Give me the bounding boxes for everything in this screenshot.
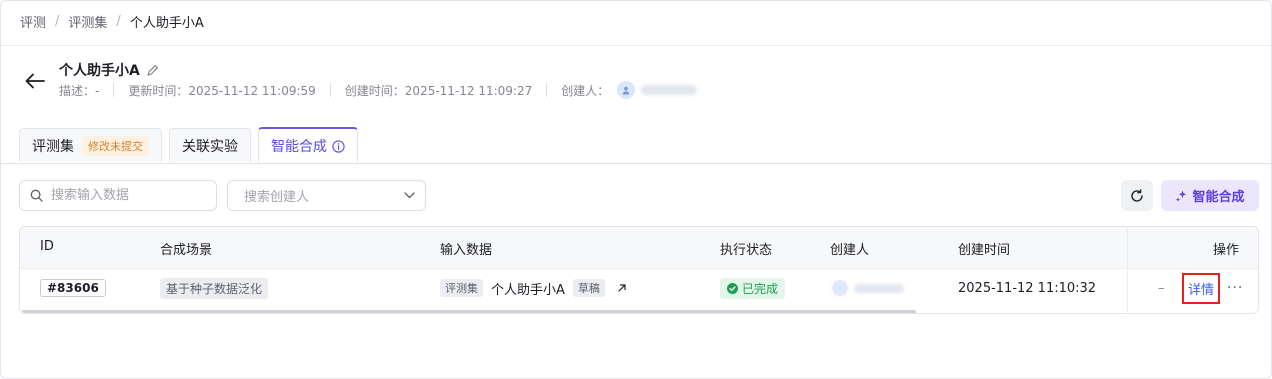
tabs-divider (1, 163, 1271, 164)
description-text: 描述：- (59, 83, 100, 98)
breadcrumb-separator: / (55, 13, 60, 29)
refresh-button[interactable] (1121, 180, 1153, 211)
page-title: 个人助手小A (59, 63, 140, 79)
tab-label: 智能合成 (271, 139, 327, 155)
tab-related-experiments[interactable]: 关联实验 (169, 128, 251, 162)
creator-name-redacted (641, 85, 698, 95)
search-input[interactable] (49, 187, 203, 204)
col-scene: 合成场景 (160, 243, 213, 258)
col-created-time: 创建时间 (958, 243, 1011, 258)
open-external-icon[interactable] (617, 283, 627, 293)
cell-id: #83606 (40, 268, 106, 308)
back-button[interactable] (24, 70, 46, 92)
tab-label: 关联实验 (182, 138, 238, 155)
meta-divider (113, 83, 115, 97)
meta-info: 描述：- 更新时间：2025-11-12 11:09:59 创建时间：2025-… (59, 81, 698, 99)
unsaved-badge: 修改未提交 (82, 135, 149, 156)
info-icon[interactable] (332, 139, 345, 153)
refresh-icon (1131, 188, 1143, 202)
creator-name-redacted (854, 283, 904, 293)
cell-created-time: 2025-11-12 11:10:32 (958, 280, 1097, 296)
cell-actions: 详情 ··· (1182, 268, 1243, 308)
table-row: #83606 基于种子数据泛化 评测集 个人助手小A 草稿 已完成 2025-1… (20, 268, 1258, 308)
search-icon (30, 189, 43, 202)
user-icon (623, 86, 630, 94)
cell-scene: 基于种子数据泛化 (160, 268, 269, 308)
chevron-down-icon (404, 192, 415, 199)
col-input-data: 输入数据 (440, 243, 493, 258)
breadcrumb-separator: / (116, 13, 121, 29)
breadcrumb-item-eval-set[interactable]: 评测集 (68, 12, 107, 31)
cell-creator (832, 268, 904, 308)
breadcrumb: 评测 / 评测集 / 个人助手小A (20, 11, 204, 31)
creator-redacted (832, 280, 904, 296)
cell-status: 已完成 (720, 268, 786, 308)
version-tag: 草稿 (572, 279, 605, 297)
smart-synthesis-button[interactable]: 智能合成 (1161, 180, 1259, 211)
meta-divider (329, 83, 331, 97)
breadcrumb-item-current: 个人助手小A (129, 15, 204, 31)
tab-bar: 评测集 修改未提交 关联实验 智能合成 (19, 127, 365, 163)
horizontal-scrollbar[interactable] (22, 310, 916, 313)
table-header: ID 合成场景 输入数据 执行状态 创建人 创建时间 操作 (20, 227, 1258, 269)
tab-eval-set[interactable]: 评测集 修改未提交 (19, 128, 162, 162)
status-label: 已完成 (742, 281, 779, 296)
arrow-left-icon (25, 73, 45, 89)
creator-avatar (832, 280, 848, 296)
scene-tag: 基于种子数据泛化 (160, 277, 269, 299)
input-name: 个人助手小A (491, 282, 565, 298)
edit-pencil-icon[interactable] (146, 64, 159, 77)
page-title-row: 个人助手小A (59, 60, 159, 80)
more-actions-button[interactable]: ··· (1227, 280, 1243, 296)
page-frame: 评测 / 评测集 / 个人助手小A 个人助手小A 描述：- 更新时间：2025-… (0, 0, 1272, 379)
sparkle-icon (1175, 189, 1188, 202)
updated-time: 更新时间：2025-11-12 11:09:59 (128, 83, 316, 98)
creator-select-placeholder: 搜索创建人 (244, 190, 310, 205)
smart-synthesis-label: 智能合成 (1192, 190, 1245, 205)
cell-dash: – (1158, 280, 1165, 296)
search-input-box[interactable] (19, 180, 217, 211)
col-creator: 创建人 (830, 243, 870, 258)
synthesis-table: ID 合成场景 输入数据 执行状态 创建人 创建时间 操作 #83606 基于种… (19, 226, 1259, 314)
meta-divider (546, 83, 548, 97)
input-type-tag: 评测集 (440, 279, 483, 297)
id-tag: #83606 (40, 279, 106, 297)
created-time: 创建时间：2025-11-12 11:09:27 (344, 83, 533, 98)
tab-smart-synthesis[interactable]: 智能合成 (258, 127, 358, 163)
header-divider (1, 45, 1271, 46)
tab-label: 评测集 (32, 138, 74, 155)
creator-avatar (617, 81, 636, 99)
check-circle-icon (727, 282, 738, 294)
breadcrumb-item-eval[interactable]: 评测 (20, 12, 46, 31)
status-badge: 已完成 (720, 277, 786, 299)
col-actions: 操作 (1213, 243, 1240, 258)
detail-link[interactable]: 详情 (1182, 272, 1221, 304)
creator-select[interactable]: 搜索创建人 (227, 180, 426, 211)
col-status: 执行状态 (720, 243, 773, 258)
creator-label: 创建人： (561, 83, 610, 98)
col-id: ID (40, 239, 54, 254)
cell-input-data: 评测集 个人助手小A 草稿 (440, 268, 627, 308)
